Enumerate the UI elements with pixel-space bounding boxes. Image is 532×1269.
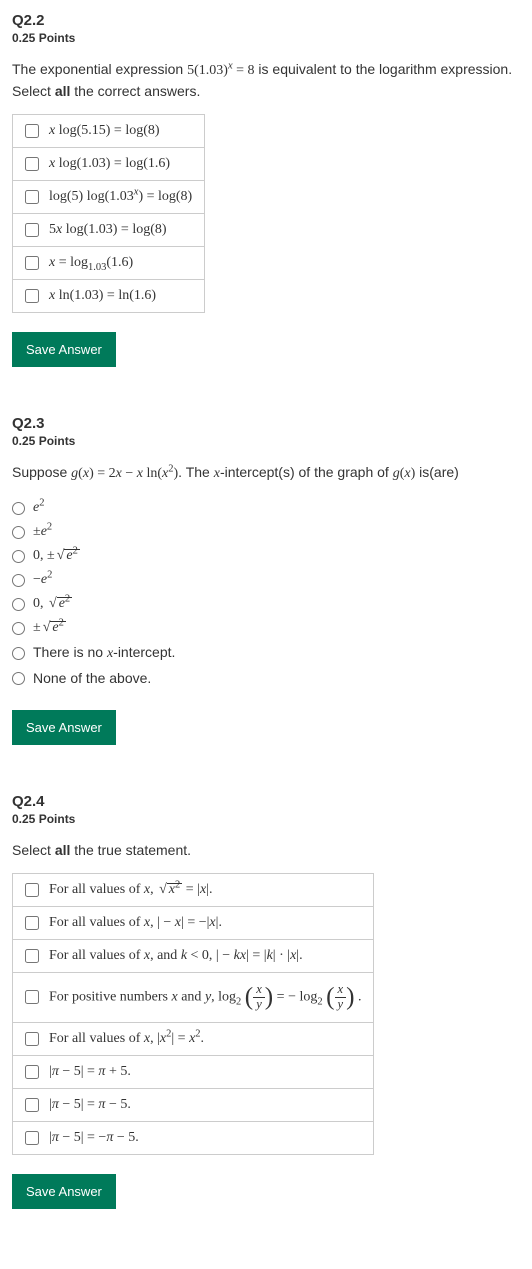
question-points: 0.25 Points: [12, 812, 520, 826]
stem-text: The exponential expression: [12, 61, 187, 77]
choice-label: x = log1.03(1.6): [49, 255, 133, 271]
stem-text: . The: [178, 464, 214, 480]
choice-row[interactable]: x log(1.03) = log(1.6): [12, 147, 205, 181]
choice-label: For all values of x, and k < 0, | − kx| …: [49, 948, 303, 964]
choice-radio[interactable]: [12, 622, 25, 635]
choice-label: |π − 5| = −π − 5.: [49, 1130, 139, 1146]
stem-text: of the graph of: [295, 464, 393, 480]
question-2-4: Q2.4 0.25 Points Select all the true sta…: [12, 793, 520, 1209]
choice-row[interactable]: x log(5.15) = log(8): [12, 114, 205, 148]
question-title: Q2.4: [12, 793, 520, 810]
choice-checkbox[interactable]: [25, 1098, 39, 1112]
choice-row[interactable]: |π − 5| = π + 5.: [12, 1055, 374, 1089]
question-2-3: Q2.3 0.25 Points Suppose g(x) = 2x − x l…: [12, 415, 520, 745]
stem-math: g(x) = 2x − x ln(x2): [71, 466, 178, 481]
choices-container: e2 ±e2 0, ±e2 −e2 0, e2 ±e2 There is no …: [12, 496, 520, 690]
choice-radio[interactable]: [12, 526, 25, 539]
choice-row[interactable]: x = log1.03(1.6): [12, 246, 205, 280]
choice-row[interactable]: |π − 5| = −π − 5.: [12, 1121, 374, 1155]
stem-text: the correct answers.: [70, 83, 200, 99]
choice-checkbox[interactable]: [25, 949, 39, 963]
choice-checkbox[interactable]: [25, 916, 39, 930]
choice-label: 5x log(1.03) = log(8): [49, 222, 167, 238]
choice-label: e2: [33, 500, 44, 516]
choice-label: For positive numbers x and y, log2 (xy) …: [49, 983, 361, 1012]
stem-bold: all: [55, 842, 71, 858]
choices-container: For all values of x, x2 = |x|. For all v…: [12, 873, 374, 1154]
question-stem: The exponential expression 5(1.03)x = 8 …: [12, 59, 520, 102]
stem-text: is(are): [415, 464, 459, 480]
question-stem: Select all the true statement.: [12, 840, 520, 861]
choice-checkbox[interactable]: [25, 1032, 39, 1046]
choice-label: 0, e2: [33, 596, 72, 612]
stem-math: x: [214, 466, 220, 481]
choice-radio[interactable]: [12, 598, 25, 611]
choice-label: x ln(1.03) = ln(1.6): [49, 288, 156, 304]
choice-row[interactable]: For all values of x, x2 = |x|.: [12, 873, 374, 907]
choice-radio[interactable]: [12, 672, 25, 685]
choice-label: None of the above.: [33, 670, 151, 686]
choice-radio[interactable]: [12, 550, 25, 563]
choice-checkbox[interactable]: [25, 223, 39, 237]
question-points: 0.25 Points: [12, 31, 520, 45]
save-answer-button[interactable]: Save Answer: [12, 1174, 116, 1209]
question-2-2: Q2.2 0.25 Points The exponential express…: [12, 12, 520, 367]
stem-text: Select: [12, 842, 55, 858]
choice-checkbox[interactable]: [25, 289, 39, 303]
choice-label: −e2: [33, 572, 52, 588]
stem-text: the true statement.: [70, 842, 191, 858]
choice-label: For all values of x, |x2| = x2.: [49, 1031, 204, 1047]
choice-row[interactable]: For all values of x, | − x| = −|x|.: [12, 906, 374, 940]
choice-label: x log(5.15) = log(8): [49, 123, 160, 139]
stem-math: g(x): [393, 466, 416, 481]
choice-checkbox[interactable]: [25, 1065, 39, 1079]
choice-row[interactable]: 0, ±e2: [12, 544, 520, 568]
question-title: Q2.3: [12, 415, 520, 432]
choice-row[interactable]: For positive numbers x and y, log2 (xy) …: [12, 972, 374, 1023]
choice-label: For all values of x, x2 = |x|.: [49, 882, 212, 898]
choice-checkbox[interactable]: [25, 157, 39, 171]
choice-checkbox[interactable]: [25, 990, 39, 1004]
choice-radio[interactable]: [12, 647, 25, 660]
choices-container: x log(5.15) = log(8) x log(1.03) = log(1…: [12, 114, 205, 312]
choice-row[interactable]: For all values of x, and k < 0, | − kx| …: [12, 939, 374, 973]
choice-row[interactable]: log(5) log(1.03x) = log(8): [12, 180, 205, 214]
choice-row[interactable]: 0, e2: [12, 592, 520, 616]
choice-row[interactable]: ±e2: [12, 616, 520, 640]
choice-label: For all values of x, | − x| = −|x|.: [49, 915, 222, 931]
choice-radio[interactable]: [12, 574, 25, 587]
choice-row[interactable]: 5x log(1.03) = log(8): [12, 213, 205, 247]
choice-row[interactable]: −e2: [12, 568, 520, 592]
choice-row[interactable]: ±e2: [12, 520, 520, 544]
choice-label: |π − 5| = π − 5.: [49, 1097, 131, 1113]
choice-label: 0, ±e2: [33, 548, 80, 564]
choice-checkbox[interactable]: [25, 256, 39, 270]
choice-label: There is no x-intercept.: [33, 644, 175, 662]
choice-row[interactable]: There is no x-intercept.: [12, 640, 520, 666]
stem-text: Suppose: [12, 464, 71, 480]
choice-label: |π − 5| = π + 5.: [49, 1064, 131, 1080]
choice-row[interactable]: |π − 5| = π − 5.: [12, 1088, 374, 1122]
choice-checkbox[interactable]: [25, 883, 39, 897]
choice-checkbox[interactable]: [25, 190, 39, 204]
choice-row[interactable]: x ln(1.03) = ln(1.6): [12, 279, 205, 313]
choice-checkbox[interactable]: [25, 1131, 39, 1145]
choice-row[interactable]: e2: [12, 496, 520, 520]
choice-row[interactable]: For all values of x, |x2| = x2.: [12, 1022, 374, 1056]
stem-bold: all: [55, 83, 71, 99]
choice-label: log(5) log(1.03x) = log(8): [49, 189, 192, 205]
choice-label: ±e2: [33, 620, 66, 636]
choice-row[interactable]: None of the above.: [12, 666, 520, 690]
question-points: 0.25 Points: [12, 434, 520, 448]
choice-checkbox[interactable]: [25, 124, 39, 138]
save-answer-button[interactable]: Save Answer: [12, 710, 116, 745]
stem-math: 5(1.03)x = 8: [187, 63, 254, 78]
question-stem: Suppose g(x) = 2x − x ln(x2). The x-inte…: [12, 462, 520, 484]
save-answer-button[interactable]: Save Answer: [12, 332, 116, 367]
choice-label: ±e2: [33, 524, 52, 540]
question-title: Q2.2: [12, 12, 520, 29]
choice-radio[interactable]: [12, 502, 25, 515]
choice-label: x log(1.03) = log(1.6): [49, 156, 170, 172]
